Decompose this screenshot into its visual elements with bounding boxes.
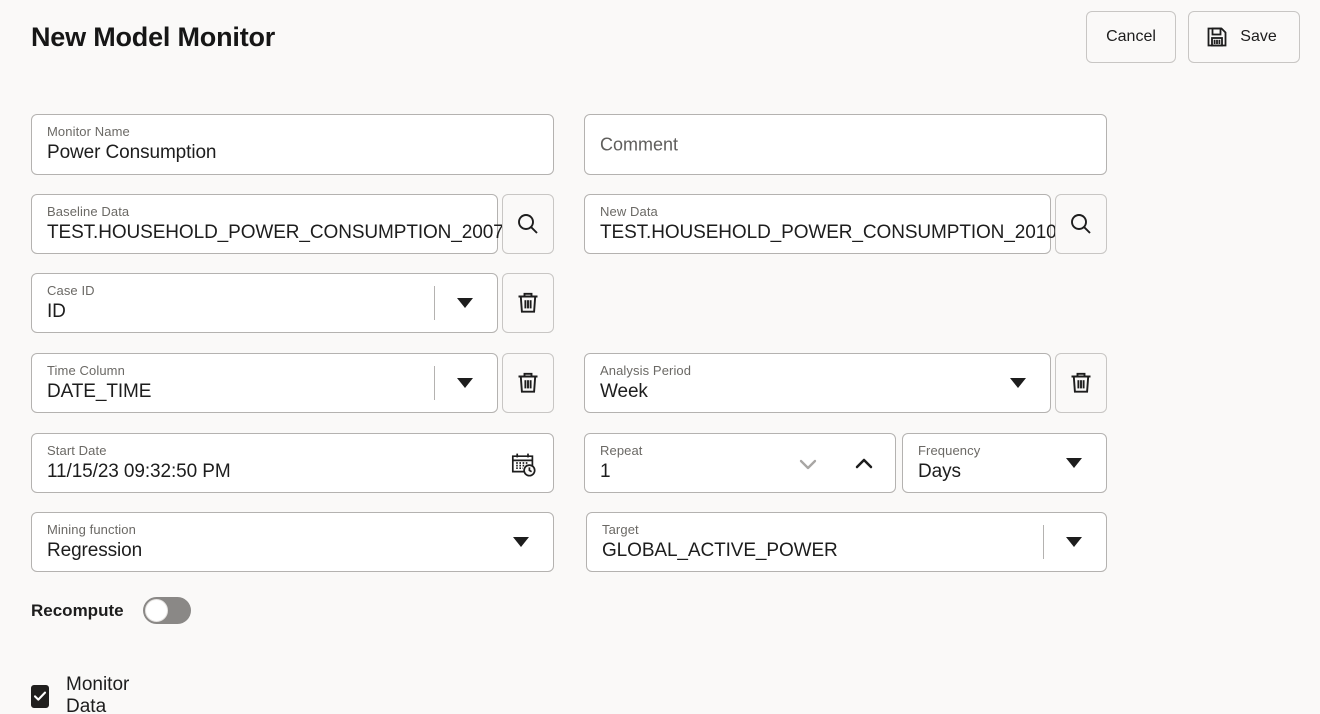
time-column-delete-button[interactable] xyxy=(502,353,554,413)
search-icon xyxy=(515,211,541,237)
header-actions: Cancel Save xyxy=(1086,11,1300,63)
monitor-name-value: Power Consumption xyxy=(47,142,217,163)
frequency-value: Days xyxy=(918,461,961,482)
trash-icon xyxy=(515,370,541,396)
chevron-up-icon xyxy=(851,451,877,477)
comment-field[interactable]: Comment xyxy=(584,114,1107,175)
time-column-label: Time Column xyxy=(47,363,125,378)
target-field[interactable]: Target GLOBAL_ACTIVE_POWER xyxy=(586,512,1107,572)
analysis-period-value: Week xyxy=(600,381,648,402)
case-id-delete-button[interactable] xyxy=(502,273,554,333)
analysis-period-delete-button[interactable] xyxy=(1055,353,1107,413)
chevron-down-icon[interactable] xyxy=(457,298,473,308)
cancel-button-label: Cancel xyxy=(1106,28,1156,45)
recompute-row: Recompute xyxy=(31,597,191,624)
new-data-label: New Data xyxy=(600,204,658,219)
page-title: New Model Monitor xyxy=(31,22,276,52)
monitor-data-row: Monitor Data xyxy=(31,674,134,714)
target-label: Target xyxy=(602,522,639,537)
mining-function-field[interactable]: Mining function Regression xyxy=(31,512,554,572)
start-date-field[interactable]: Start Date 11/15/23 09:32:50 PM xyxy=(31,433,554,493)
target-value: GLOBAL_ACTIVE_POWER xyxy=(602,540,838,561)
cancel-button[interactable]: Cancel xyxy=(1086,11,1176,63)
monitor-data-label: Monitor Data xyxy=(66,674,130,714)
target-divider xyxy=(1043,525,1044,559)
floppy-disk-save-icon xyxy=(1205,25,1229,49)
comment-placeholder: Comment xyxy=(600,134,679,154)
chevron-down-icon[interactable] xyxy=(457,378,473,388)
save-button[interactable]: Save xyxy=(1188,11,1300,63)
new-data-field[interactable]: New Data TEST.HOUSEHOLD_POWER_CONSUMPTIO… xyxy=(584,194,1057,254)
mining-function-label: Mining function xyxy=(47,522,136,537)
new-data-value: TEST.HOUSEHOLD_POWER_CONSUMPTION_2010 xyxy=(600,222,1057,243)
new-model-monitor-page: New Model Monitor Cancel Save Monitor Na… xyxy=(0,0,1320,714)
chevron-down-icon[interactable] xyxy=(1066,537,1082,547)
search-icon xyxy=(1068,211,1094,237)
analysis-period-field[interactable]: Analysis Period Week xyxy=(584,353,1051,413)
baseline-data-label: Baseline Data xyxy=(47,204,130,219)
start-date-label: Start Date xyxy=(47,443,107,458)
trash-icon xyxy=(515,290,541,316)
chevron-down-icon[interactable] xyxy=(1010,378,1026,388)
baseline-data-search-button[interactable] xyxy=(502,194,554,254)
case-id-label: Case ID xyxy=(47,283,95,298)
time-column-value: DATE_TIME xyxy=(47,381,152,402)
frequency-label: Frequency xyxy=(918,443,981,458)
calendar-clock-icon[interactable] xyxy=(510,451,537,483)
monitor-name-field[interactable]: Monitor Name Power Consumption xyxy=(31,114,554,175)
monitor-name-label: Monitor Name xyxy=(47,124,130,139)
recompute-label: Recompute xyxy=(31,600,124,620)
trash-icon xyxy=(1068,370,1094,396)
recompute-toggle[interactable] xyxy=(142,597,191,624)
chevron-down-icon[interactable] xyxy=(513,537,529,547)
time-column-field[interactable]: Time Column DATE_TIME xyxy=(31,353,498,413)
recompute-toggle-knob xyxy=(144,599,168,622)
checkmark-icon xyxy=(32,688,48,704)
save-button-label: Save xyxy=(1240,28,1277,45)
time-column-divider xyxy=(434,366,435,400)
page-header: New Model Monitor Cancel Save xyxy=(0,0,1320,88)
frequency-field[interactable]: Frequency Days xyxy=(902,433,1107,493)
analysis-period-label: Analysis Period xyxy=(600,363,692,378)
chevron-down-icon[interactable] xyxy=(1066,458,1082,468)
repeat-field[interactable]: Repeat 1 xyxy=(584,433,896,493)
baseline-data-field[interactable]: Baseline Data TEST.HOUSEHOLD_POWER_CONSU… xyxy=(31,194,504,254)
case-id-field[interactable]: Case ID ID xyxy=(31,273,498,333)
monitor-data-checkbox[interactable] xyxy=(31,684,49,708)
baseline-data-value: TEST.HOUSEHOLD_POWER_CONSUMPTION_2007 xyxy=(47,222,504,243)
start-date-value: 11/15/23 09:32:50 PM xyxy=(47,461,231,482)
repeat-decrement-button[interactable] xyxy=(795,451,821,477)
new-data-search-button[interactable] xyxy=(1055,194,1107,254)
mining-function-value: Regression xyxy=(47,540,143,561)
chevron-down-icon xyxy=(795,451,821,477)
repeat-label: Repeat xyxy=(600,443,643,458)
repeat-increment-button[interactable] xyxy=(851,451,877,477)
case-id-value: ID xyxy=(47,301,66,322)
case-id-divider xyxy=(434,286,435,320)
repeat-value: 1 xyxy=(600,461,611,482)
